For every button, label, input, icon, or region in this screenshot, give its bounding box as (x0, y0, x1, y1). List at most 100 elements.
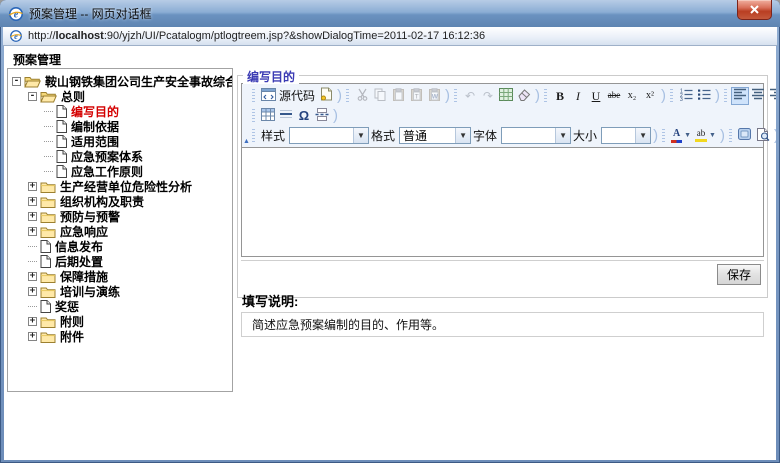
special-char-button[interactable]: Ω (295, 107, 313, 125)
document-icon (56, 165, 67, 178)
align-left-button[interactable] (731, 87, 749, 105)
expand-expander-icon[interactable]: + (28, 212, 37, 221)
preview-button[interactable] (754, 127, 772, 145)
close-icon (750, 1, 759, 19)
page-break-button[interactable] (313, 107, 331, 125)
expand-expander-icon[interactable]: + (28, 197, 37, 206)
expand-expander-icon[interactable]: + (28, 332, 37, 341)
tree-item[interactable]: -总则 (8, 89, 232, 104)
show-blocks-button[interactable] (736, 127, 754, 145)
align-center-icon (751, 88, 765, 103)
group-end: ) (720, 129, 725, 143)
collapse-expander-icon[interactable]: - (12, 77, 21, 86)
address-bar[interactable]: e http://localhost:90/yjzh/UI/Pcatalogm/… (3, 27, 777, 46)
grip-icon (252, 89, 255, 103)
expand-expander-icon[interactable]: + (28, 287, 37, 296)
redo-icon: ↷ (483, 90, 493, 102)
source-code-button[interactable]: 源代码 (259, 87, 317, 105)
chevron-down-icon: ▼ (709, 132, 716, 139)
horizontal-rule-button[interactable] (277, 107, 295, 125)
editor-text-area[interactable] (242, 148, 763, 256)
tree-item[interactable]: 应急工作原则 (8, 164, 232, 179)
instructions-box: 简述应急预案编制的目的、作用等。 (241, 312, 764, 337)
tree-item[interactable]: +附则 (8, 314, 232, 329)
tree-item[interactable]: 编制依据 (8, 119, 232, 134)
tree-item[interactable]: +应急响应 (8, 224, 232, 239)
remove-format-button[interactable] (515, 87, 533, 105)
font-color-button[interactable]: A ▼ (669, 127, 693, 145)
tree-item[interactable]: +组织机构及职责 (8, 194, 232, 209)
chevron-down-icon[interactable]: ▼ (353, 128, 368, 143)
tree-item[interactable]: 信息发布 (8, 239, 232, 254)
align-right-button[interactable] (767, 87, 776, 105)
tree-item[interactable]: -鞍山钢铁集团公司生产安全事故综合应急预案 (8, 74, 232, 89)
page-title: 预案管理 (13, 51, 61, 68)
folder-icon (40, 196, 56, 208)
new-page-button[interactable] (317, 87, 335, 105)
collapse-toolbar-button[interactable]: ▲ (243, 138, 250, 145)
align-center-button[interactable] (749, 87, 767, 105)
highlight-color-button[interactable]: ab ▼ (693, 127, 718, 145)
paste-text-button[interactable]: T (407, 87, 425, 105)
chevron-down-icon[interactable]: ▼ (455, 128, 470, 143)
document-icon (40, 300, 51, 313)
insert-table-button[interactable] (259, 107, 277, 125)
underline-button[interactable]: U (587, 87, 605, 105)
paste-button[interactable] (389, 87, 407, 105)
tree-connector (28, 306, 37, 308)
format-combo[interactable]: 普通 ▼ (399, 127, 471, 144)
tree-item[interactable]: 奖惩 (8, 299, 232, 314)
bold-icon: B (556, 90, 564, 102)
tree-item[interactable]: +培训与演练 (8, 284, 232, 299)
save-button[interactable]: 保存 (717, 264, 761, 285)
tree-item[interactable]: +预防与预警 (8, 209, 232, 224)
collapse-expander-icon[interactable]: - (28, 92, 37, 101)
size-combo[interactable]: ▼ (601, 127, 651, 144)
tree-item[interactable]: +附件 (8, 329, 232, 344)
tree-connector (44, 141, 53, 143)
strikethrough-button[interactable]: abe (605, 87, 623, 105)
superscript-button[interactable]: x² (641, 87, 659, 105)
copy-button[interactable] (371, 87, 389, 105)
chevron-down-icon[interactable]: ▼ (555, 128, 570, 143)
folder-icon (40, 271, 56, 283)
cut-button[interactable] (353, 87, 371, 105)
tree-item[interactable]: 应急预案体系 (8, 149, 232, 164)
numbered-list-button[interactable]: 123 (677, 87, 695, 105)
group-end: ) (661, 89, 666, 103)
document-icon (40, 240, 51, 253)
expand-expander-icon[interactable]: + (28, 182, 37, 191)
select-all-button[interactable] (497, 87, 515, 105)
bullet-list-icon (697, 88, 711, 104)
style-combo[interactable]: ▼ (289, 127, 369, 144)
tree-connector (28, 246, 37, 248)
dialog-window: e 预案管理 -- 网页对话框 e http://localhost:90/yj… (0, 0, 780, 463)
toolbar-row-1: 源代码 ) (250, 86, 761, 105)
tree-item[interactable]: +生产经营单位危险性分析 (8, 179, 232, 194)
ie-logo-icon: e (8, 6, 24, 22)
paste-word-button[interactable]: W (425, 87, 443, 105)
expand-expander-icon[interactable]: + (28, 227, 37, 236)
expand-expander-icon[interactable]: + (28, 317, 37, 326)
bold-button[interactable]: B (551, 87, 569, 105)
subscript-button[interactable]: x₂ (623, 87, 641, 105)
tree-item[interactable]: +保障措施 (8, 269, 232, 284)
document-icon (56, 105, 67, 118)
redo-button[interactable]: ↷ (479, 87, 497, 105)
svg-text:T: T (414, 93, 418, 100)
folder-icon (40, 286, 56, 298)
tree-item[interactable]: 适用范围 (8, 134, 232, 149)
undo-button[interactable]: ↶ (461, 87, 479, 105)
expand-expander-icon[interactable]: + (28, 272, 37, 281)
chevron-down-icon[interactable]: ▼ (635, 128, 650, 143)
paste-icon (392, 88, 405, 104)
font-color-icon: A (671, 129, 682, 143)
format-label: 格式 (371, 127, 395, 144)
bullet-list-button[interactable] (695, 87, 713, 105)
close-button[interactable] (737, 0, 772, 20)
italic-button[interactable]: I (569, 87, 587, 105)
editor-toolbar: 源代码 ) (242, 84, 763, 148)
tree-item[interactable]: 编写目的 (8, 104, 232, 119)
tree-item[interactable]: 后期处置 (8, 254, 232, 269)
font-combo[interactable]: ▼ (501, 127, 571, 144)
